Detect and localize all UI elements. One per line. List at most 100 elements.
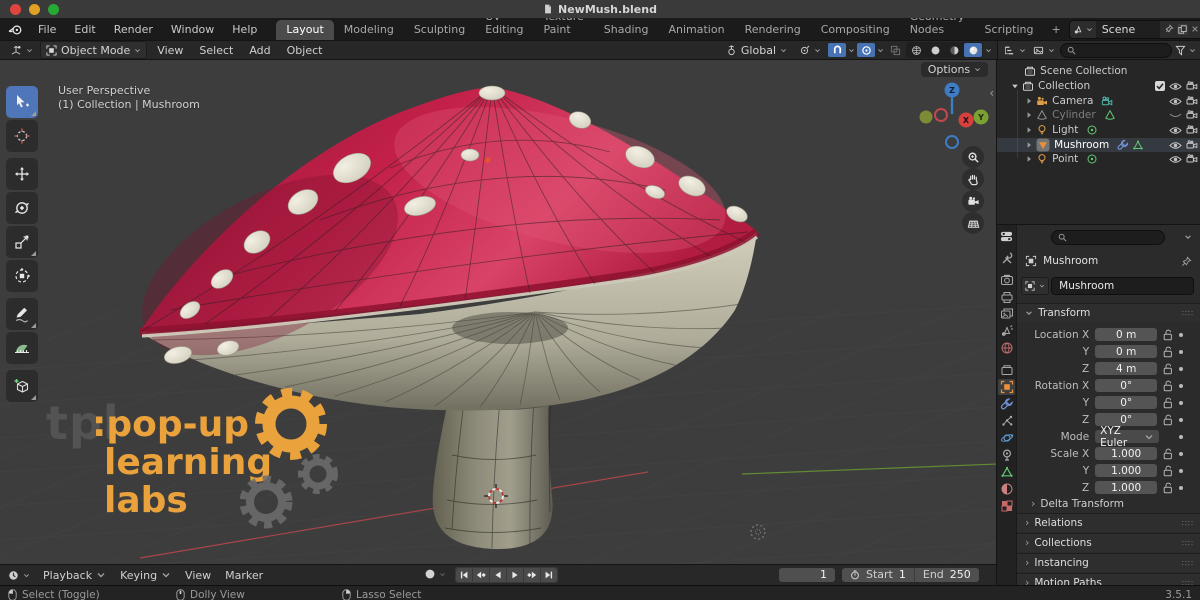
- render-visibility-icon[interactable]: [1186, 96, 1198, 106]
- lock-icon[interactable]: [1163, 346, 1173, 358]
- panel-relations[interactable]: ›Relations∷∷: [1017, 513, 1200, 532]
- outliner-filter-icon[interactable]: [1175, 45, 1186, 56]
- animate-dot[interactable]: [1179, 486, 1183, 490]
- properties-tab-object-data[interactable]: [998, 464, 1015, 480]
- menu-file[interactable]: File: [29, 18, 65, 40]
- zoom-button[interactable]: [962, 146, 984, 168]
- xray-toggle[interactable]: [886, 43, 904, 57]
- blender-logo-icon[interactable]: [0, 23, 29, 36]
- properties-editor-type-button[interactable]: [998, 228, 1015, 244]
- outliner-item-camera[interactable]: Camera: [997, 94, 1200, 108]
- value-field[interactable]: 0°: [1095, 379, 1157, 392]
- breadcrumb-object-name[interactable]: Mushroom: [1043, 255, 1098, 267]
- shading-options-chevron[interactable]: [985, 47, 992, 54]
- properties-tab-collection[interactable]: [998, 362, 1015, 378]
- outliner-item-cylinder[interactable]: Cylinder: [997, 108, 1200, 122]
- menu-window[interactable]: Window: [162, 18, 223, 40]
- timeline-editor-type-button[interactable]: [4, 567, 34, 583]
- light-origin-indicator[interactable]: [751, 525, 765, 539]
- prev-keyframe-button[interactable]: [473, 568, 489, 582]
- viewport-menu-select[interactable]: Select: [191, 42, 241, 58]
- outliner-item-light[interactable]: Light: [997, 123, 1200, 137]
- scene-name[interactable]: Scene: [1096, 23, 1160, 36]
- animate-dot[interactable]: [1179, 452, 1183, 456]
- animate-dot[interactable]: [1179, 469, 1183, 473]
- properties-tab-texture[interactable]: [998, 498, 1015, 514]
- outliner-display-mode[interactable]: [1002, 42, 1028, 58]
- workspace-tab-compositing[interactable]: Compositing: [811, 20, 900, 40]
- properties-search-input[interactable]: [1051, 230, 1165, 245]
- properties-tab-object[interactable]: [998, 379, 1015, 395]
- viewport-3d[interactable]: User Perspective (1) Collection | Mushro…: [0, 60, 996, 564]
- render-visibility-icon[interactable]: [1186, 140, 1198, 150]
- tool-cursor[interactable]: [6, 120, 38, 152]
- pin-id-icon[interactable]: [1181, 256, 1192, 267]
- value-field[interactable]: 0°: [1095, 396, 1157, 409]
- pin-icon[interactable]: [1164, 24, 1174, 34]
- toggle-ortho-button[interactable]: [962, 212, 984, 234]
- timeline-menu-view[interactable]: View: [178, 569, 218, 582]
- animate-dot[interactable]: [1179, 418, 1183, 422]
- object-id-icon-dropdown[interactable]: [1021, 277, 1049, 295]
- play-button[interactable]: [507, 568, 523, 582]
- close-window-button[interactable]: [10, 4, 21, 15]
- gizmo-axis-neg-x[interactable]: [935, 109, 947, 121]
- eye-icon[interactable]: [1169, 126, 1182, 135]
- rotation-mode-dropdown[interactable]: XYZ Euler: [1095, 430, 1159, 443]
- collection-checkbox[interactable]: [1154, 80, 1166, 92]
- value-field[interactable]: 0 m: [1095, 328, 1157, 341]
- value-field[interactable]: 1.000: [1095, 481, 1157, 494]
- eye-icon[interactable]: [1169, 155, 1182, 164]
- delete-scene-icon[interactable]: [1191, 25, 1199, 33]
- lock-icon[interactable]: [1163, 363, 1173, 375]
- delta-transform-subpanel[interactable]: ›Delta Transform: [1031, 497, 1124, 511]
- jump-last-button[interactable]: [541, 568, 557, 582]
- render-visibility-icon[interactable]: [1186, 125, 1198, 135]
- gizmo-axis-neg-y[interactable]: [920, 111, 933, 124]
- shading-rendered[interactable]: [964, 43, 982, 57]
- workspace-tab-scripting[interactable]: Scripting: [975, 20, 1044, 40]
- options-button[interactable]: Options: [921, 62, 988, 77]
- outliner-item-collection[interactable]: Collection: [997, 79, 1200, 93]
- value-field[interactable]: 1.000: [1095, 447, 1157, 460]
- scene-icon[interactable]: [1070, 21, 1096, 38]
- tool-move[interactable]: [6, 158, 38, 190]
- tool-scale[interactable]: [6, 226, 38, 258]
- properties-tab-scene[interactable]: [998, 323, 1015, 339]
- properties-tab-world[interactable]: [998, 340, 1015, 356]
- next-keyframe-button[interactable]: [524, 568, 540, 582]
- add-workspace-button[interactable]: +: [1043, 20, 1068, 40]
- menu-help[interactable]: Help: [223, 18, 266, 40]
- zoom-window-button[interactable]: [48, 4, 59, 15]
- lock-icon[interactable]: [1163, 465, 1173, 477]
- animate-dot[interactable]: [1179, 384, 1183, 388]
- orientation-dropdown[interactable]: Global: [721, 42, 792, 58]
- lock-icon[interactable]: [1163, 414, 1173, 426]
- lock-icon[interactable]: [1163, 482, 1173, 494]
- tool-add-cube[interactable]: [6, 370, 38, 402]
- gizmo-axis-neg-z[interactable]: [946, 136, 958, 148]
- workspace-tab-shading[interactable]: Shading: [594, 20, 659, 40]
- pivot-dropdown[interactable]: [794, 42, 826, 58]
- tool-transform[interactable]: [6, 260, 38, 292]
- properties-tab-material[interactable]: [998, 481, 1015, 497]
- properties-tab-render[interactable]: [998, 272, 1015, 288]
- outliner-item-mushroom[interactable]: Mushroom: [997, 138, 1200, 152]
- outliner-item-point[interactable]: Point: [997, 152, 1200, 166]
- menu-edit[interactable]: Edit: [65, 18, 104, 40]
- play-reverse-button[interactable]: [490, 568, 506, 582]
- new-scene-icon[interactable]: [1177, 24, 1188, 35]
- menu-render[interactable]: Render: [105, 18, 162, 40]
- workspace-tab-rendering[interactable]: Rendering: [735, 20, 811, 40]
- outliner-item-scene-collection[interactable]: Scene Collection: [997, 64, 1200, 78]
- navigation-gizmo[interactable]: Z X Y: [915, 80, 991, 155]
- jump-first-button[interactable]: [456, 568, 472, 582]
- animate-dot[interactable]: [1179, 435, 1183, 439]
- outliner-search-input[interactable]: [1060, 43, 1172, 58]
- snap-options-chevron[interactable]: [848, 47, 855, 54]
- properties-tab-constraints[interactable]: [998, 447, 1015, 463]
- viewport-menu-object[interactable]: Object: [279, 42, 331, 58]
- render-visibility-icon[interactable]: [1186, 110, 1198, 120]
- eye-icon[interactable]: [1169, 97, 1182, 106]
- eye-icon[interactable]: [1169, 82, 1182, 91]
